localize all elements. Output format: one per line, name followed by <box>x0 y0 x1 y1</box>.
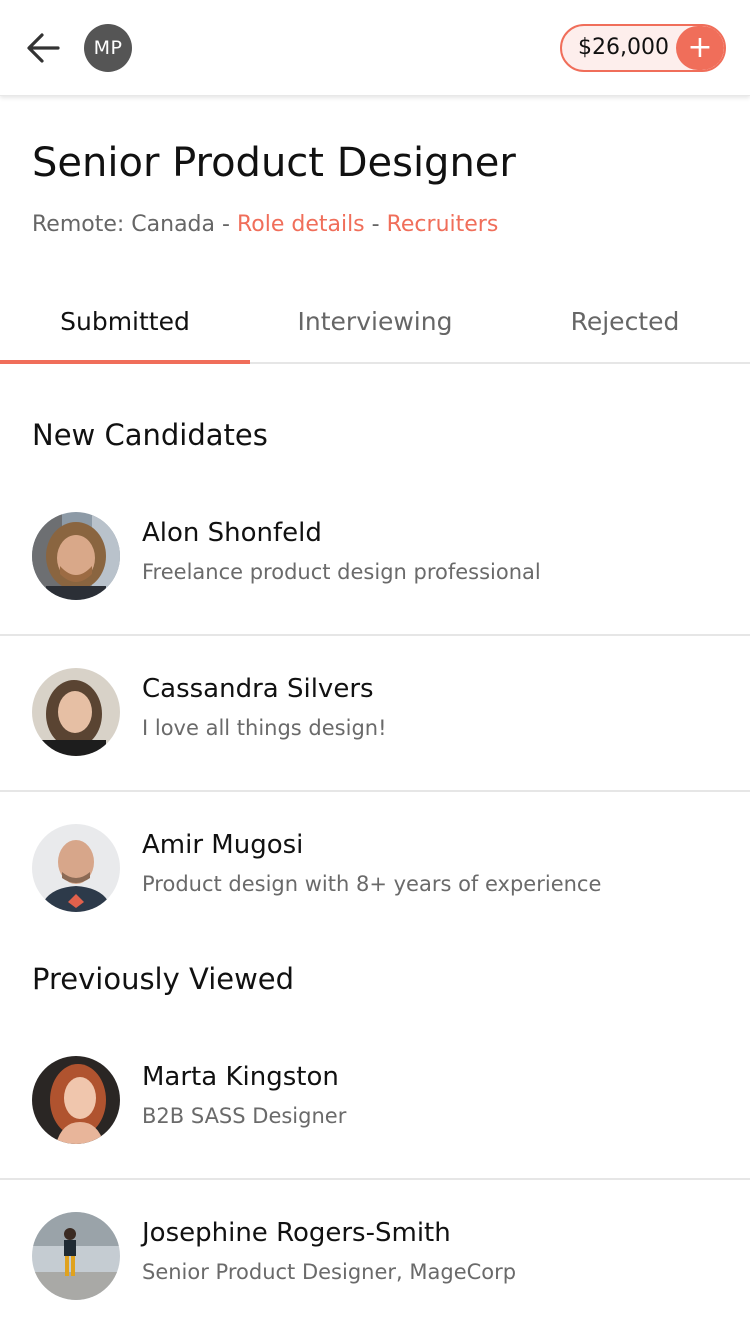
plus-icon: + <box>687 30 713 65</box>
candidate-description: Freelance product design professional <box>142 560 541 584</box>
top-app-bar: MP $26,000 + <box>0 0 750 96</box>
page-title: Senior Product Designer <box>32 140 516 186</box>
candidate-avatar <box>32 824 120 912</box>
candidate-avatar <box>32 512 120 600</box>
recruiters-link[interactable]: Recruiters <box>387 212 499 237</box>
meta-separator: - <box>364 212 387 237</box>
candidate-row[interactable]: Amir Mugosi Product design with 8+ years… <box>0 792 750 948</box>
candidate-row[interactable]: Cassandra Silvers I love all things desi… <box>0 636 750 792</box>
candidate-row[interactable]: Alon Shonfeld Freelance product design p… <box>0 480 750 636</box>
balance-amount: $26,000 <box>578 35 669 60</box>
candidate-row[interactable]: Josephine Rogers-Smith Senior Product De… <box>0 1180 750 1336</box>
candidate-avatar <box>32 1212 120 1300</box>
tab-submitted[interactable]: Submitted <box>0 280 250 364</box>
candidate-name: Marta Kingston <box>142 1062 339 1092</box>
tab-interviewing[interactable]: Interviewing <box>250 280 500 362</box>
candidate-name: Cassandra Silvers <box>142 674 374 704</box>
add-funds-button[interactable]: + <box>676 26 724 70</box>
candidate-description: I love all things design! <box>142 716 387 740</box>
candidate-avatar <box>32 668 120 756</box>
meta-separator: - <box>215 212 237 237</box>
candidate-description: Product design with 8+ years of experien… <box>142 872 602 896</box>
back-button[interactable] <box>22 26 66 70</box>
candidate-description: B2B SASS Designer <box>142 1104 347 1128</box>
role-details-link[interactable]: Role details <box>237 212 365 237</box>
balance-pill[interactable]: $26,000 + <box>560 24 726 72</box>
user-avatar[interactable]: MP <box>84 24 132 72</box>
candidate-name: Alon Shonfeld <box>142 518 322 548</box>
section-title-new-candidates: New Candidates <box>32 418 268 452</box>
job-meta: Remote: Canada - Role details - Recruite… <box>32 212 498 237</box>
candidate-name: Josephine Rogers-Smith <box>142 1218 451 1248</box>
arrow-left-icon <box>27 33 60 63</box>
job-location: Remote: Canada <box>32 212 216 237</box>
section-title-previously-viewed: Previously Viewed <box>32 962 295 996</box>
candidate-avatar <box>32 1056 120 1144</box>
tab-rejected[interactable]: Rejected <box>500 280 750 362</box>
status-tabs: Submitted Interviewing Rejected <box>0 280 750 364</box>
candidate-row[interactable]: Marta Kingston B2B SASS Designer <box>0 1024 750 1180</box>
candidate-description: Senior Product Designer, MageCorp <box>142 1260 517 1284</box>
candidate-name: Amir Mugosi <box>142 830 304 860</box>
